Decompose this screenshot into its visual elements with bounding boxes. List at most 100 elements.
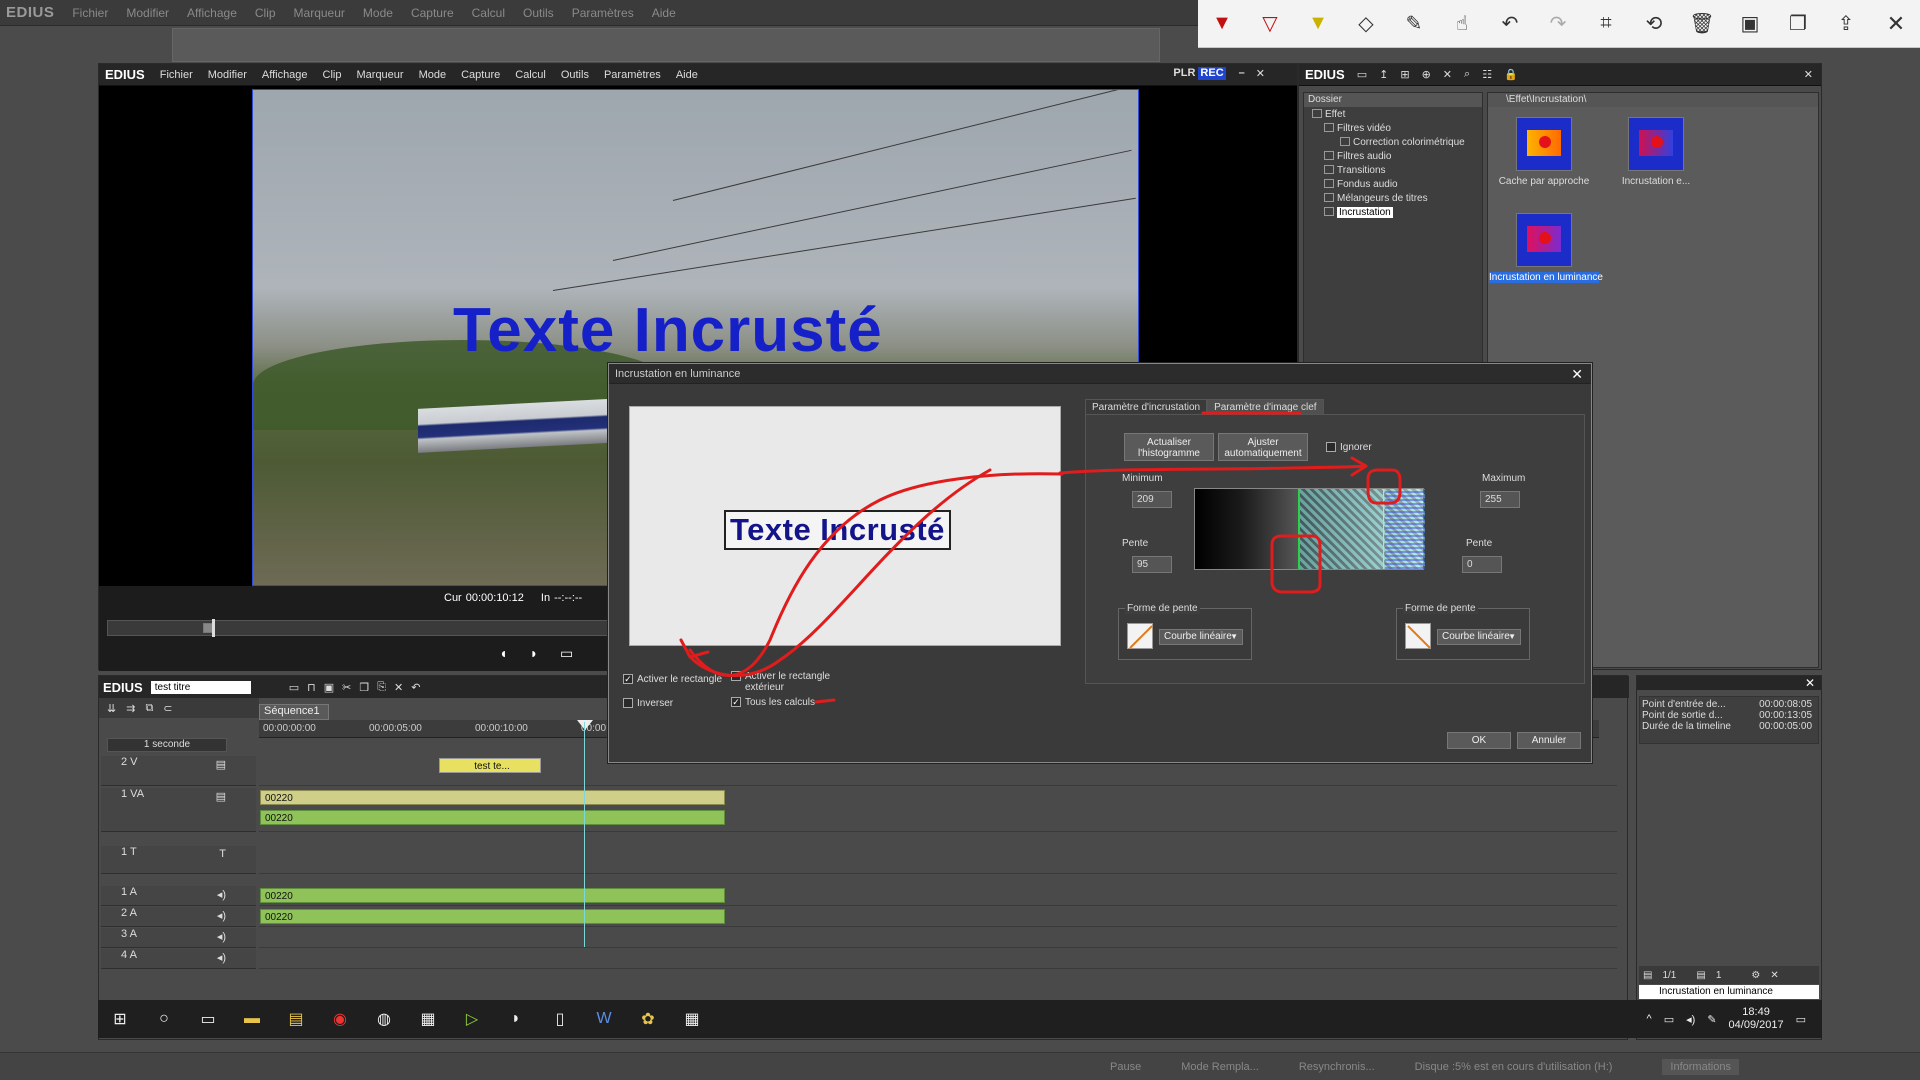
layer-icon[interactable]: ▤ (1643, 970, 1652, 981)
track-header-2v[interactable]: 2 V ▤ (101, 756, 256, 786)
track-header-4a[interactable]: 4 A ◂) (101, 949, 256, 969)
checkbox-tous-calculs[interactable]: ✓ Tous les calculs (731, 697, 815, 708)
tree-item-correction[interactable]: Correction colorimétrique (1340, 137, 1465, 148)
title-clip[interactable]: test te... (439, 758, 541, 773)
minimize-icon[interactable]: – (1239, 67, 1245, 80)
track-lock-icon[interactable]: ▤ (216, 790, 226, 803)
player-menu-capture[interactable]: Capture (461, 69, 500, 81)
preview-text-box[interactable]: Texte Incrusté (724, 510, 951, 550)
checkbox-unchecked[interactable] (1326, 442, 1336, 452)
checkbox-checked[interactable]: ✓ (731, 697, 741, 707)
info-tab[interactable]: Informations (1662, 1058, 1739, 1075)
sequence-tab[interactable]: Séquence1 (259, 704, 329, 720)
slope-shape-left-select[interactable]: Courbe linéaire ▼ (1159, 629, 1243, 645)
snap-icon[interactable]: ⧉ (145, 702, 153, 715)
maximum-input[interactable]: 255 (1480, 491, 1520, 508)
checkbox-inverser[interactable]: Inverser (623, 698, 673, 709)
copy-tl-icon[interactable]: ❐ (359, 681, 369, 694)
player-menu-mode[interactable]: Mode (419, 69, 447, 81)
file-explorer-icon[interactable]: ▬ (230, 1000, 274, 1038)
rec-label[interactable]: REC (1198, 67, 1226, 80)
pencil-red-icon[interactable]: ▽ (1246, 0, 1294, 48)
tray-chevron-icon[interactable]: ^ (1647, 1013, 1652, 1025)
slope-left-input[interactable]: 95 (1132, 556, 1172, 573)
speaker-icon[interactable]: ◂) (217, 930, 226, 943)
linked-audio-clip[interactable]: 00220 (260, 810, 725, 825)
bg-menu-mode[interactable]: Mode (363, 6, 393, 20)
delete-bin-icon[interactable]: ✕ (1443, 68, 1452, 81)
new-bin-icon[interactable]: ⊞ (1400, 68, 1409, 81)
dialog-close-icon[interactable]: ✕ (1571, 366, 1583, 383)
player-menu-modifier[interactable]: Modifier (208, 69, 247, 81)
mark-in-icon[interactable]: ◖ (499, 645, 507, 662)
bg-menu-calcul[interactable]: Calcul (472, 6, 505, 20)
track-lane-3a[interactable] (259, 928, 1617, 948)
edius-taskbar-icon[interactable]: ▷ (450, 1000, 494, 1038)
speaker-icon[interactable]: ◂) (217, 951, 226, 964)
copy-icon[interactable]: ❐ (1774, 0, 1822, 48)
checkbox-rectangle-exterieur[interactable]: Activer le rectangle extérieur (731, 671, 841, 693)
plr-label[interactable]: PLR (1173, 67, 1195, 80)
checkbox-unchecked[interactable] (731, 671, 741, 681)
task-view-icon[interactable]: ▭ (186, 1000, 230, 1038)
new-icon[interactable]: ▭ (289, 681, 299, 694)
bg-menu-modifier[interactable]: Modifier (126, 6, 169, 20)
minimum-input[interactable]: 209 (1132, 491, 1172, 508)
add-icon[interactable]: ⊕ (1422, 68, 1431, 81)
layer-delete-icon[interactable]: ✕ (1770, 970, 1778, 981)
auto-adjust-button[interactable]: Ajuster automatiquement (1218, 433, 1308, 461)
share-icon[interactable]: ⇪ (1822, 0, 1870, 48)
bg-menu-affichage[interactable]: Affichage (187, 6, 237, 20)
search-icon[interactable]: ⌕ (1464, 68, 1470, 81)
tree-item-melangeurs[interactable]: Mélangeurs de titres (1324, 193, 1428, 204)
checkbox-checked[interactable]: ✓ (623, 674, 633, 684)
video-clip[interactable]: 00220 (260, 790, 725, 805)
audio-clip-1a[interactable]: 00220 (260, 888, 725, 903)
lock-icon[interactable]: 🔒 (1504, 68, 1518, 81)
effect-thumb-luminance[interactable] (1516, 213, 1572, 267)
folder-taskbar-icon[interactable]: ▤ (274, 1000, 318, 1038)
cancel-button[interactable]: Annuler (1517, 732, 1581, 749)
audio-clip-2a[interactable]: 00220 (260, 909, 725, 924)
crop-icon[interactable]: ⌗ (1582, 0, 1630, 48)
folder-icon[interactable]: ▭ (1357, 68, 1367, 81)
calculator-icon[interactable]: ▦ (670, 1000, 714, 1038)
history-icon[interactable]: ⟲ (1630, 0, 1678, 48)
undo-tl-icon[interactable]: ↶ (411, 681, 420, 694)
track-header-1t[interactable]: 1 T T (101, 846, 256, 874)
close-annotation-icon[interactable]: ✕ (1872, 0, 1920, 48)
pen-icon[interactable]: ✎ (1707, 1013, 1716, 1026)
bg-menu-capture[interactable]: Capture (411, 6, 454, 20)
touch-writing-icon[interactable]: ☝ (1438, 0, 1486, 48)
redo-icon[interactable]: ↷ (1534, 0, 1582, 48)
delete-tl-icon[interactable]: ✕ (394, 681, 403, 694)
bin-close-icon[interactable]: ✕ (1804, 68, 1813, 81)
ballpoint-pen-icon[interactable]: ▼ (1198, 0, 1246, 48)
open-icon[interactable]: ⊓ (307, 681, 316, 694)
slope-shape-right-select[interactable]: Courbe linéaire ▼ (1437, 629, 1521, 645)
checkbox-activer-rectangle[interactable]: ✓ Activer le rectangle (623, 674, 722, 685)
layer-settings-icon[interactable]: ⚙ (1751, 970, 1760, 981)
link-icon[interactable]: ⊂ (163, 702, 172, 715)
ok-button[interactable]: OK (1447, 732, 1511, 749)
player-menu-fichier[interactable]: Fichier (160, 69, 193, 81)
view-icon[interactable]: ☷ (1482, 68, 1492, 81)
effect-label-cache[interactable]: Cache par approche (1489, 176, 1599, 187)
delete-icon[interactable]: 🗑 (1678, 0, 1726, 48)
layer-menu-icon[interactable]: ▤ (1696, 970, 1705, 981)
notifications-icon[interactable]: ▭ (1796, 1013, 1806, 1026)
tree-item-filtres-audio[interactable]: Filtres audio (1324, 151, 1391, 162)
applied-effect[interactable]: Incrustation en luminance (1639, 985, 1819, 999)
plr-rec-switch[interactable]: PLR REC – ✕ (1173, 67, 1265, 80)
media-icon[interactable]: ◗ (494, 1000, 538, 1038)
cut-icon[interactable]: ✂ (342, 681, 351, 694)
checkbox-unchecked[interactable] (623, 698, 633, 708)
track-lane-4a[interactable] (259, 949, 1617, 969)
track-tool-icon[interactable]: ⇊ (107, 702, 116, 715)
player-menu-calcul[interactable]: Calcul (515, 69, 546, 81)
effect-thumb-incrustation-e[interactable] (1628, 117, 1684, 171)
save-tl-icon[interactable]: ▣ (324, 681, 334, 694)
transport-more-icon[interactable]: ▭ (560, 645, 573, 662)
tree-item-incrustation[interactable]: Incrustation (1324, 207, 1393, 218)
luminance-histogram[interactable] (1194, 488, 1425, 570)
